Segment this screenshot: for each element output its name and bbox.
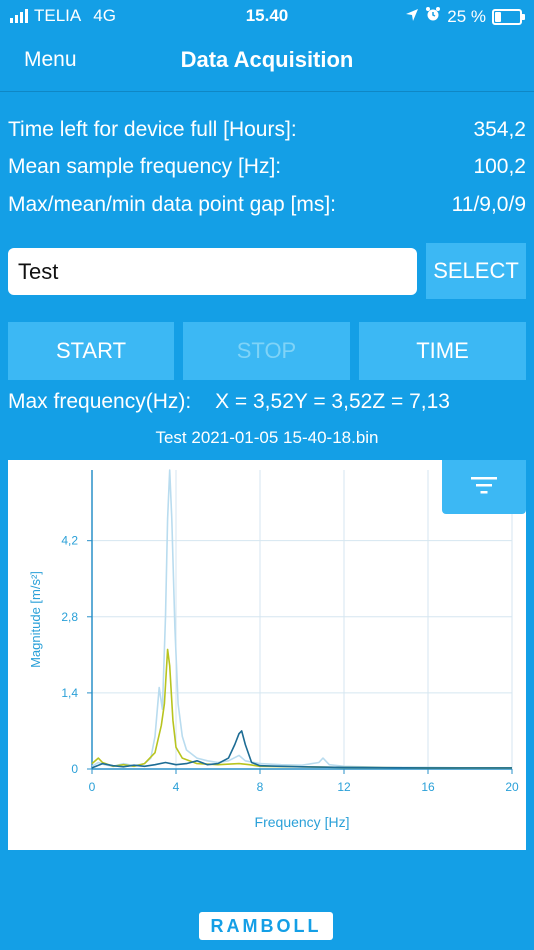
info-value: 100,2 bbox=[473, 155, 526, 178]
file-name: Test 2021-01-05 15-40-18.bin bbox=[155, 428, 379, 447]
page-title: Data Acquisition bbox=[180, 47, 354, 72]
stop-button[interactable]: STOP bbox=[183, 322, 350, 380]
max-frequency-z: Z = 7,13 bbox=[372, 390, 450, 413]
y-tick-label: 0 bbox=[71, 762, 78, 776]
location-icon bbox=[405, 7, 419, 27]
info-value: 11/9,0/9 bbox=[451, 193, 526, 216]
info-value: 354,2 bbox=[473, 118, 526, 141]
x-tick-label: 16 bbox=[421, 780, 435, 794]
start-button[interactable]: START bbox=[8, 322, 174, 380]
x-tick-label: 8 bbox=[257, 780, 264, 794]
battery-percent: 25 % bbox=[447, 6, 486, 26]
battery-icon bbox=[492, 8, 525, 25]
info-label: Time left for device full [Hours]: bbox=[8, 118, 297, 141]
filter-icon bbox=[471, 476, 497, 499]
time-button[interactable]: TIME bbox=[359, 322, 526, 380]
series-line-x bbox=[91, 469, 512, 769]
max-frequency-y: Y = 3,52 bbox=[293, 390, 373, 413]
info-label: Max/mean/min data point gap [ms]: bbox=[8, 193, 336, 216]
x-tick-label: 0 bbox=[89, 780, 96, 794]
max-frequency-line: Max frequency(Hz): X = 3,52Y = 3,52Z = 7… bbox=[8, 390, 450, 414]
y-tick-label: 2,8 bbox=[61, 610, 78, 624]
ramboll-logo: RAMBOLL bbox=[199, 912, 333, 940]
nav-bar: Menu Data Acquisition bbox=[0, 32, 534, 92]
frequency-chart-panel: 0 4 8 12 16 20 0 1,4 2,8 4,2 Frequency [Hz] Magnitu… bbox=[8, 460, 526, 850]
info-label: Mean sample frequency [Hz]: bbox=[8, 155, 282, 178]
info-row-data-gap: Max/mean/min data point gap [ms]: 11/9,0… bbox=[8, 188, 526, 222]
info-row-time-left: Time left for device full [Hours]: 354,2 bbox=[8, 113, 526, 147]
frequency-chart[interactable]: 0 4 8 12 16 20 0 1,4 2,8 4,2 Frequency [Hz] Magnitu… bbox=[8, 460, 526, 850]
x-tick-label: 4 bbox=[173, 780, 180, 794]
y-tick-label: 4,2 bbox=[61, 534, 78, 548]
y-axis-label: Magnitude [m/s²] bbox=[28, 571, 43, 668]
x-tick-label: 20 bbox=[505, 780, 519, 794]
y-tick-label: 1,4 bbox=[61, 686, 78, 700]
measurement-name-input[interactable] bbox=[8, 248, 417, 295]
x-axis-label: Frequency [Hz] bbox=[255, 814, 350, 830]
battery-fill bbox=[495, 11, 501, 22]
info-row-sample-frequency: Mean sample frequency [Hz]: 100,2 bbox=[8, 150, 526, 184]
max-frequency-x: X = 3,52 bbox=[215, 390, 294, 413]
select-button[interactable]: SELECT bbox=[426, 243, 526, 299]
alarm-icon bbox=[425, 6, 441, 27]
filter-button[interactable] bbox=[442, 460, 526, 514]
x-tick-label: 12 bbox=[337, 780, 351, 794]
max-frequency-label: Max frequency(Hz): bbox=[8, 390, 192, 413]
series-line-y bbox=[91, 648, 512, 769]
status-bar: TELIA 4G 15.40 25 % bbox=[0, 0, 534, 32]
status-right: 25 % bbox=[405, 6, 525, 27]
